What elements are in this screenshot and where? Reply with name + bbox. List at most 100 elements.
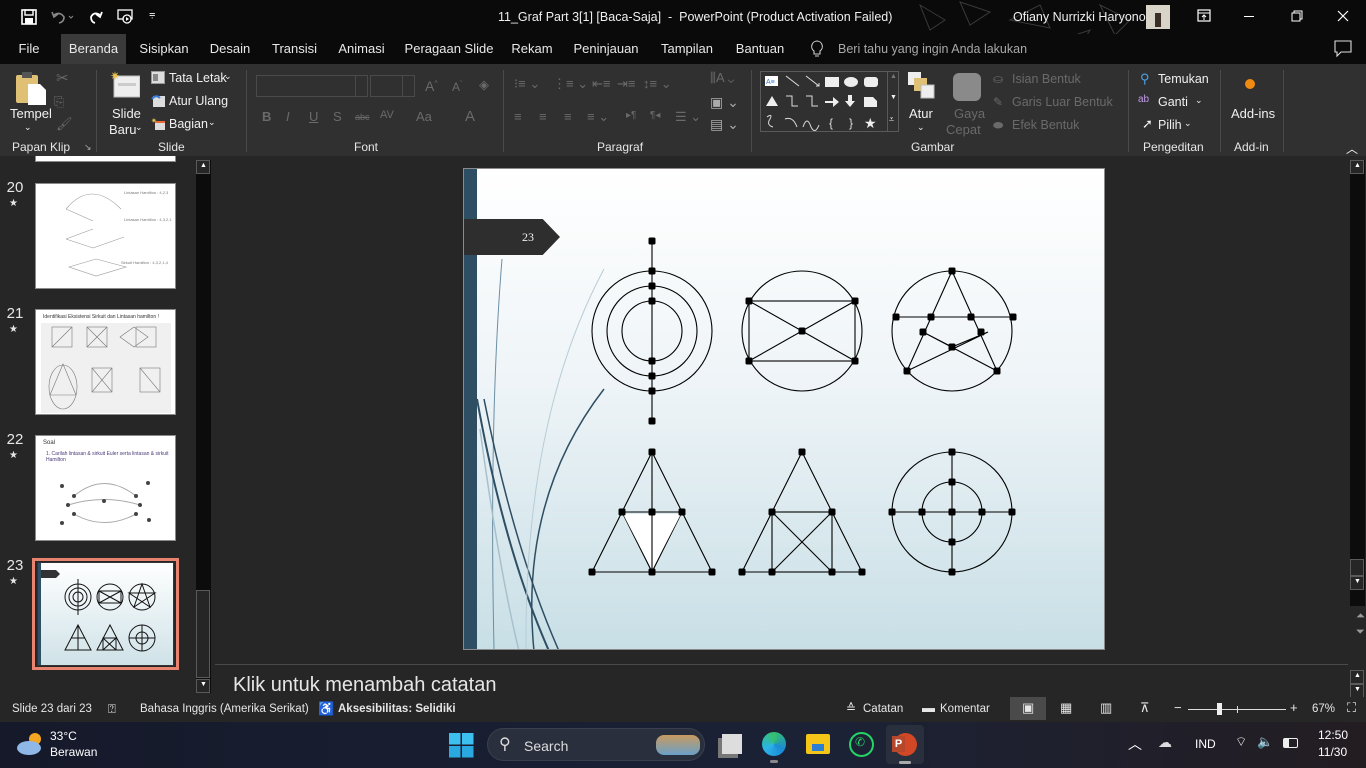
font-name-select[interactable] xyxy=(256,75,368,97)
columns-icon[interactable]: ☰ ⌄ xyxy=(675,109,701,125)
ribbon-display-options-icon[interactable] xyxy=(1197,9,1211,23)
customize-qat-icon[interactable]: ⩦ xyxy=(149,8,155,21)
tab-beranda[interactable]: Beranda xyxy=(61,34,126,64)
cut-icon[interactable]: ✂ xyxy=(56,69,69,87)
font-color-button[interactable]: A xyxy=(465,108,475,125)
clipboard-launcher-icon[interactable]: ↘ xyxy=(84,142,92,153)
layout-button[interactable]: Tata Letak xyxy=(169,71,227,85)
spelling-check-icon[interactable]: ⍰ xyxy=(108,701,116,717)
align-center-icon[interactable]: ≡ xyxy=(539,109,547,124)
copy-icon[interactable]: ⎘ xyxy=(54,94,64,110)
tab-file[interactable]: File xyxy=(10,34,48,64)
smartart-icon[interactable]: ▤ ⌄ xyxy=(710,116,739,133)
task-view-icon[interactable] xyxy=(722,734,742,754)
tab-transisi[interactable]: Transisi xyxy=(268,34,321,64)
addins-button[interactable]: Add-ins xyxy=(1231,106,1275,121)
thumbnail-scroll-down[interactable]: ▼ xyxy=(196,679,210,693)
editor-scroll-up[interactable]: ▲ xyxy=(1350,160,1364,174)
tab-peragaan-slide[interactable]: Peragaan Slide xyxy=(403,34,495,64)
notes-placeholder[interactable]: Klik untuk menambah catatan xyxy=(233,674,497,697)
zoom-out-button[interactable]: − xyxy=(1174,700,1182,715)
tab-animasi[interactable]: Animasi xyxy=(334,34,389,64)
search-box[interactable]: ⚲ Search xyxy=(487,728,705,761)
next-slide-button[interactable]: ⏷ xyxy=(1356,626,1365,639)
whatsapp-icon[interactable]: ✆ xyxy=(849,732,874,757)
comments-icon[interactable] xyxy=(1334,40,1352,58)
clear-formatting-icon[interactable]: ◈ xyxy=(479,77,489,93)
select-button[interactable]: Pilih xyxy=(1158,118,1182,132)
thumbnail-19-partial[interactable] xyxy=(35,156,176,162)
numbering-icon[interactable]: ⋮≡ ⌄ xyxy=(553,76,588,92)
bold-button[interactable]: B xyxy=(262,109,271,124)
collapse-ribbon-icon[interactable]: ︿ xyxy=(1346,140,1358,157)
decrease-indent-icon[interactable]: ⇤≡ xyxy=(592,76,610,92)
onedrive-icon[interactable]: ☁ xyxy=(1158,734,1172,751)
section-button[interactable]: Bagian xyxy=(169,117,208,131)
thumbnail-slide-20[interactable]: Lintasan Hamilton : 4,2,3 Lintasan Hamil… xyxy=(35,183,176,289)
editor-scrollbar[interactable]: ▲ ▼ xyxy=(1350,160,1365,606)
tab-rekam[interactable]: Rekam xyxy=(508,34,556,64)
undo-icon[interactable] xyxy=(50,9,76,25)
clock-date[interactable]: 11/30 xyxy=(1318,745,1347,759)
arrange-button[interactable]: Atur xyxy=(909,106,933,121)
thumbnail-slide-21[interactable]: Identifikasi Eksistensi Sirkuit dan Lint… xyxy=(35,309,176,415)
paste-dropdown-icon[interactable]: ⌄ xyxy=(24,122,32,133)
user-avatar[interactable] xyxy=(1146,5,1170,29)
notes-button[interactable]: Catatan xyxy=(863,703,903,715)
shapes-gallery[interactable]: A≡ {} ★ ▲ ▼ ⩡ xyxy=(760,71,899,132)
language-status[interactable]: Bahasa Inggris (Amerika Serikat) xyxy=(140,703,309,715)
save-icon[interactable] xyxy=(21,9,37,25)
editor-scroll-down[interactable]: ▼ xyxy=(1350,576,1364,590)
powerpoint-taskbar-button[interactable]: P xyxy=(886,725,924,764)
underline-button[interactable]: U xyxy=(309,109,318,124)
find-button[interactable]: Temukan xyxy=(1158,72,1209,86)
close-button[interactable] xyxy=(1337,10,1349,22)
reading-view-button[interactable]: ▥ xyxy=(1100,700,1112,716)
notes-scroll-up[interactable]: ▲ xyxy=(1350,670,1364,684)
shape-outline-button[interactable]: Garis Luar Bentuk xyxy=(1012,95,1113,109)
shape-fill-button[interactable]: Isian Bentuk xyxy=(1012,72,1081,86)
redo-icon[interactable] xyxy=(88,9,104,25)
tab-bantuan[interactable]: Bantuan xyxy=(732,34,788,64)
file-explorer-icon[interactable] xyxy=(806,734,830,754)
show-hidden-icons[interactable]: ︿ xyxy=(1128,734,1142,754)
quick-styles-button[interactable]: Gaya xyxy=(954,106,985,121)
bullets-icon[interactable]: ⁝≡ ⌄ xyxy=(514,76,540,92)
thumbnail-slide-23[interactable] xyxy=(37,562,174,666)
paste-icon[interactable] xyxy=(14,70,48,106)
change-case-button[interactable]: Aa xyxy=(416,109,432,124)
increase-font-size-icon[interactable]: A^ xyxy=(425,78,438,94)
clock-time[interactable]: 12:50 xyxy=(1318,728,1348,742)
thumbnail-scroll-up[interactable]: ▲ xyxy=(196,160,210,174)
weather-icon[interactable] xyxy=(15,731,45,757)
reset-button[interactable]: Atur Ulang xyxy=(169,94,228,108)
justify-icon[interactable]: ≡ ⌄ xyxy=(587,109,609,125)
gallery-more[interactable]: ⩡ xyxy=(889,114,894,125)
ltr-icon[interactable]: ▸¶ xyxy=(626,110,636,121)
comments-button[interactable]: Komentar xyxy=(940,703,990,715)
previous-slide-button[interactable]: ⏶ xyxy=(1356,610,1365,623)
decrease-font-size-icon[interactable]: Aˇ xyxy=(452,80,462,94)
thumbnail-scrollbar[interactable]: ▲ ▼ xyxy=(196,160,211,693)
graphs-figure[interactable] xyxy=(464,169,1105,650)
rtl-icon[interactable]: ¶◂ xyxy=(650,110,660,121)
battery-icon[interactable] xyxy=(1283,738,1298,748)
restore-button[interactable] xyxy=(1291,10,1303,22)
strikethrough-button[interactable]: abc xyxy=(355,112,370,122)
thumbnail-slide-22[interactable]: Soal 1. Carilah lintasan & sirkuit Euler… xyxy=(35,435,176,541)
italic-button[interactable]: I xyxy=(286,109,290,124)
fit-to-window-button[interactable]: ⛶ xyxy=(1347,700,1356,716)
thumbnail-scroll-thumb[interactable] xyxy=(196,590,210,678)
tab-sisipkan[interactable]: Sisipkan xyxy=(135,34,193,64)
font-size-select[interactable] xyxy=(370,75,415,97)
align-left-icon[interactable]: ≡ xyxy=(514,109,522,124)
notes-pane[interactable]: Klik untuk menambah catatan ▲ ▼ xyxy=(215,664,1364,698)
align-text-icon[interactable]: ▣ ⌄ xyxy=(710,94,739,111)
text-shadow-button[interactable]: S xyxy=(333,109,342,124)
windows-start-icon[interactable] xyxy=(449,733,474,758)
new-slide-button[interactable]: Slide xyxy=(112,106,141,121)
slideshow-view-button[interactable]: ⊼ xyxy=(1140,700,1150,716)
editor-scroll-thumb[interactable] xyxy=(1350,559,1364,576)
shape-effects-button[interactable]: Efek Bentuk xyxy=(1012,118,1079,132)
new-slide-dropdown[interactable]: Baru xyxy=(109,122,136,137)
